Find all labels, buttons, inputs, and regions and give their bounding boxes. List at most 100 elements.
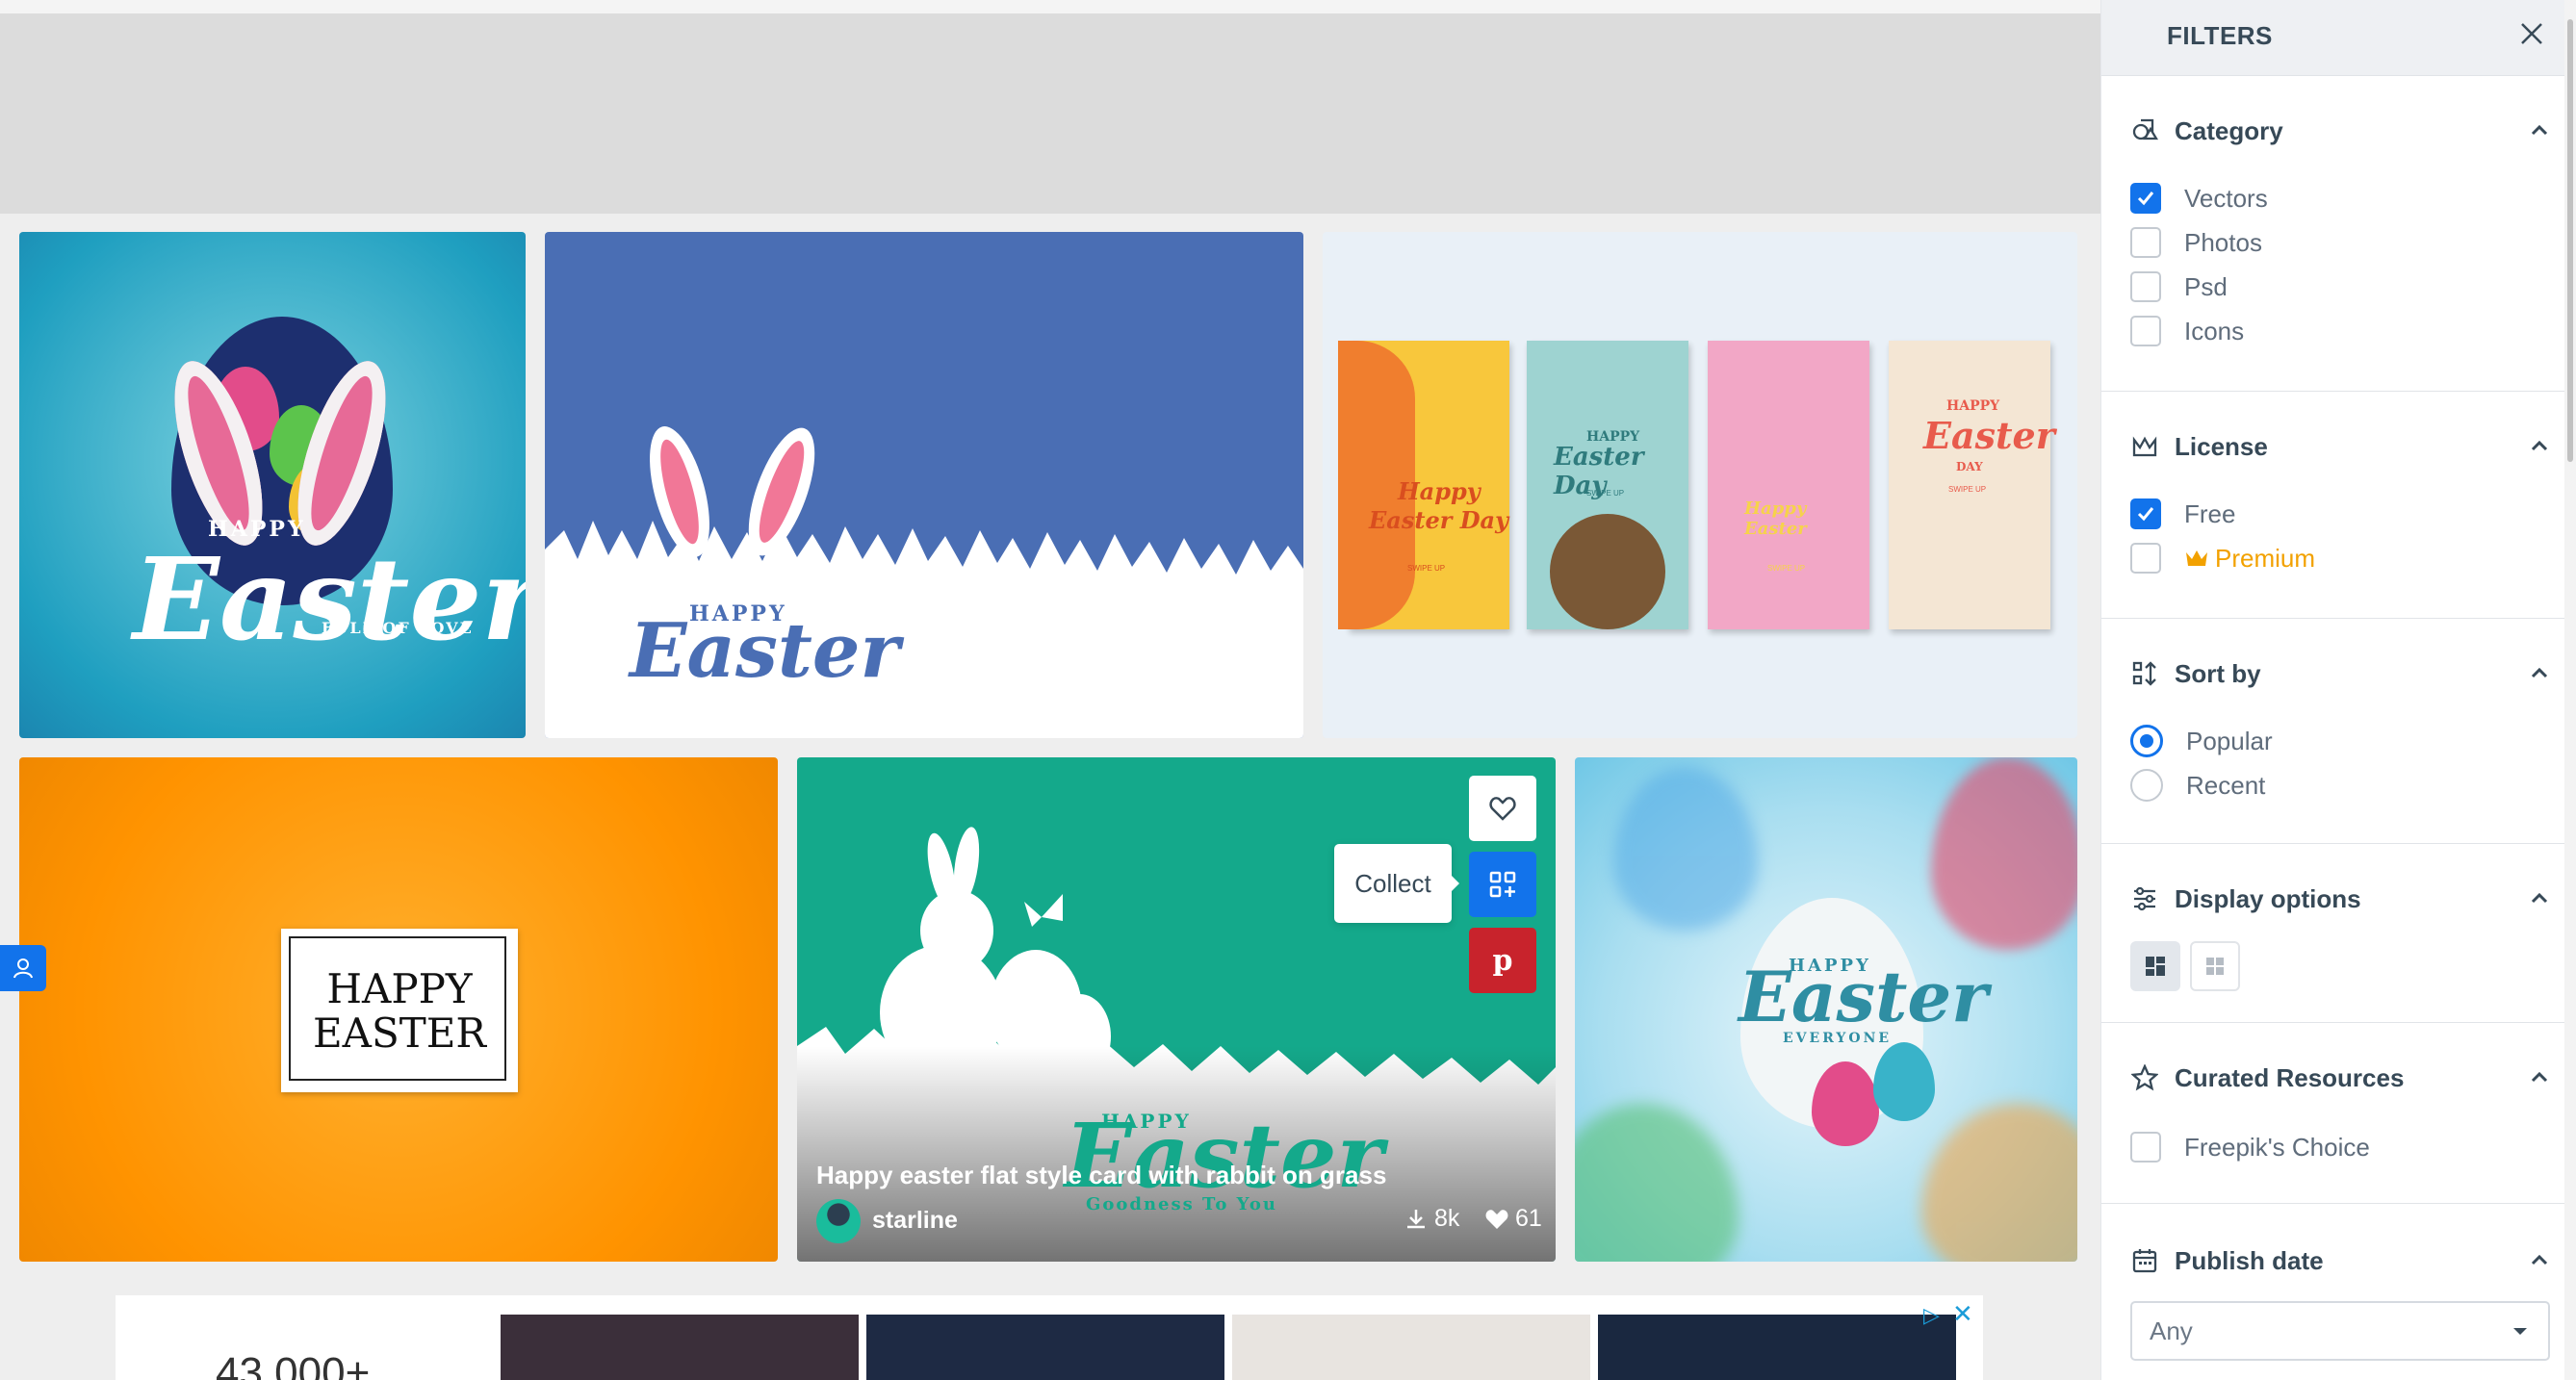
scrollbar-thumb[interactable] <box>2567 19 2573 462</box>
ad-thumb-3[interactable] <box>1232 1315 1590 1380</box>
user-icon <box>13 958 33 979</box>
chevron-up-icon[interactable] <box>2525 1062 2554 1091</box>
option-icons[interactable]: Icons <box>2130 314 2244 348</box>
category-header[interactable]: Category <box>2130 112 2283 150</box>
publish-date-select[interactable]: Any <box>2130 1301 2550 1361</box>
heart-icon <box>1484 1208 1509 1231</box>
tooltip-arrow <box>1452 876 1459 891</box>
ad-banner-top <box>0 13 2100 214</box>
card5-bg-sub: Goodness To You <box>1086 1194 1278 1214</box>
option-icons-label: Icons <box>2184 316 2245 345</box>
option-popular[interactable]: Popular <box>2130 724 2273 758</box>
option-photos[interactable]: Photos <box>2130 225 2262 260</box>
option-premium[interactable]: Premium <box>2130 541 2315 575</box>
option-recent[interactable]: Recent <box>2130 768 2265 803</box>
checkbox-vectors[interactable] <box>2130 183 2161 214</box>
card1-subtitle: FULL OF LOVE <box>322 619 474 637</box>
option-premium-label: Premium <box>2215 543 2316 573</box>
adchoices-icon[interactable]: ▷ <box>1923 1303 1948 1328</box>
square-grid-icon <box>2206 958 2224 975</box>
display-header[interactable]: Display options <box>2130 880 2361 918</box>
checkbox-psd[interactable] <box>2130 271 2161 302</box>
option-freepiks-choice-label: Freepik's Choice <box>2184 1132 2370 1162</box>
collection-add-icon <box>1489 871 1516 898</box>
card4-line2: EASTER <box>312 1009 487 1057</box>
checkbox-premium[interactable] <box>2130 543 2161 574</box>
story-1: Happy Easter Day SWIPE UP <box>1338 341 1509 629</box>
license-section: License Free Premium <box>2101 427 2576 619</box>
ad-thumb-1[interactable] <box>501 1315 859 1380</box>
resource-card-4[interactable]: HAPPY EASTER <box>19 757 778 1262</box>
option-vectors[interactable]: Vectors <box>2130 181 2268 216</box>
close-icon <box>2521 23 2542 44</box>
ad-thumb-4[interactable] <box>1598 1315 1956 1380</box>
story-4-cta: SWIPE UP <box>1948 485 1987 494</box>
card4-line1: HAPPY <box>326 965 473 1012</box>
option-psd[interactable]: Psd <box>2130 269 2228 304</box>
crown-icon <box>2184 548 2209 569</box>
story-3-line1: Happy Easter <box>1744 498 1807 539</box>
sort-section: Sort by Popular Recent <box>2101 654 2576 844</box>
card6-sub: EVERYONE <box>1783 1031 1893 1046</box>
sort-header[interactable]: Sort by <box>2130 654 2261 693</box>
radio-popular[interactable] <box>2130 725 2163 757</box>
publish-header[interactable]: Publish date <box>2130 1241 2324 1280</box>
license-header[interactable]: License <box>2130 427 2268 466</box>
checkbox-photos[interactable] <box>2130 227 2161 258</box>
chevron-up-icon[interactable] <box>2525 1245 2554 1274</box>
chevron-up-icon[interactable] <box>2525 883 2554 912</box>
curated-title: Curated Resources <box>2175 1062 2405 1092</box>
curated-header[interactable]: Curated Resources <box>2130 1059 2404 1097</box>
shapes-icon <box>2130 116 2159 145</box>
card4-frame: HAPPY EASTER <box>281 929 518 1092</box>
publish-section: Publish date Any <box>2101 1241 2576 1380</box>
option-psd-label: Psd <box>2184 271 2228 301</box>
resource-card-1[interactable]: HAPPY Easter FULL OF LOVE <box>19 232 526 738</box>
author-avatar[interactable] <box>816 1199 861 1243</box>
caret-down-icon <box>2513 1328 2527 1335</box>
card1-easter: Easter <box>133 532 526 666</box>
checkbox-icons[interactable] <box>2130 316 2161 346</box>
story-4-line2: Easter <box>1923 414 2055 457</box>
checkbox-freepiks-choice[interactable] <box>2130 1132 2161 1163</box>
category-section: Category Vectors Photos Psd Icons <box>2101 112 2576 392</box>
author-name[interactable]: starline <box>872 1207 958 1235</box>
close-filters-button[interactable] <box>2517 19 2546 48</box>
option-free[interactable]: Free <box>2130 497 2235 531</box>
radio-recent[interactable] <box>2130 769 2163 802</box>
side-feedback-tab[interactable] <box>0 945 46 991</box>
story-1-cta: SWIPE UP <box>1407 564 1446 573</box>
resource-card-6[interactable]: HAPPY Easter EVERYONE <box>1575 757 2077 1262</box>
checkbox-free[interactable] <box>2130 498 2161 529</box>
filters-header: FILTERS <box>2101 0 2576 76</box>
collect-button[interactable] <box>1469 852 1536 917</box>
chevron-up-icon[interactable] <box>2525 431 2554 460</box>
card6-easter: Easter <box>1739 956 1989 1037</box>
grid-square-button[interactable] <box>2190 941 2240 991</box>
display-toggle-group <box>2130 941 2246 991</box>
ad-thumb-2[interactable] <box>866 1315 1224 1380</box>
blur-egg-green <box>1575 1104 1739 1262</box>
option-photos-label: Photos <box>2184 227 2262 257</box>
grid-mosaic-button[interactable] <box>2130 941 2180 991</box>
chevron-up-icon[interactable] <box>2525 658 2554 687</box>
downloads-count: 8k <box>1434 1205 1460 1232</box>
resource-card-3[interactable]: Happy Easter Day SWIPE UP HAPPY Easter D… <box>1323 232 2077 738</box>
heart-outline-icon <box>1489 797 1516 821</box>
bottom-ad[interactable]: 43,000+ ▷ ✕ <box>116 1295 1983 1380</box>
story-1-line1: Happy <box>1398 477 1481 505</box>
ad-close-icon[interactable]: ✕ <box>1952 1299 1977 1328</box>
filters-panel: FILTERS Category Vectors Photos Psd Icon… <box>2100 0 2576 1380</box>
downloads-stat: 8k <box>1404 1205 1459 1233</box>
chevron-up-icon[interactable] <box>2525 115 2554 144</box>
top-bar <box>0 0 2100 13</box>
pinterest-button[interactable]: p <box>1469 928 1536 993</box>
resource-title[interactable]: Happy easter flat style card with rabbit… <box>816 1161 1386 1190</box>
like-button[interactable] <box>1469 776 1536 841</box>
option-freepiks-choice[interactable]: Freepik's Choice <box>2130 1130 2370 1164</box>
likes-stat: 61 <box>1484 1205 1542 1233</box>
blur-egg-red <box>1931 757 2077 950</box>
publish-date-value: Any <box>2150 1316 2193 1345</box>
resource-card-2[interactable]: HAPPY Easter <box>545 232 1303 738</box>
license-title: License <box>2175 431 2268 461</box>
